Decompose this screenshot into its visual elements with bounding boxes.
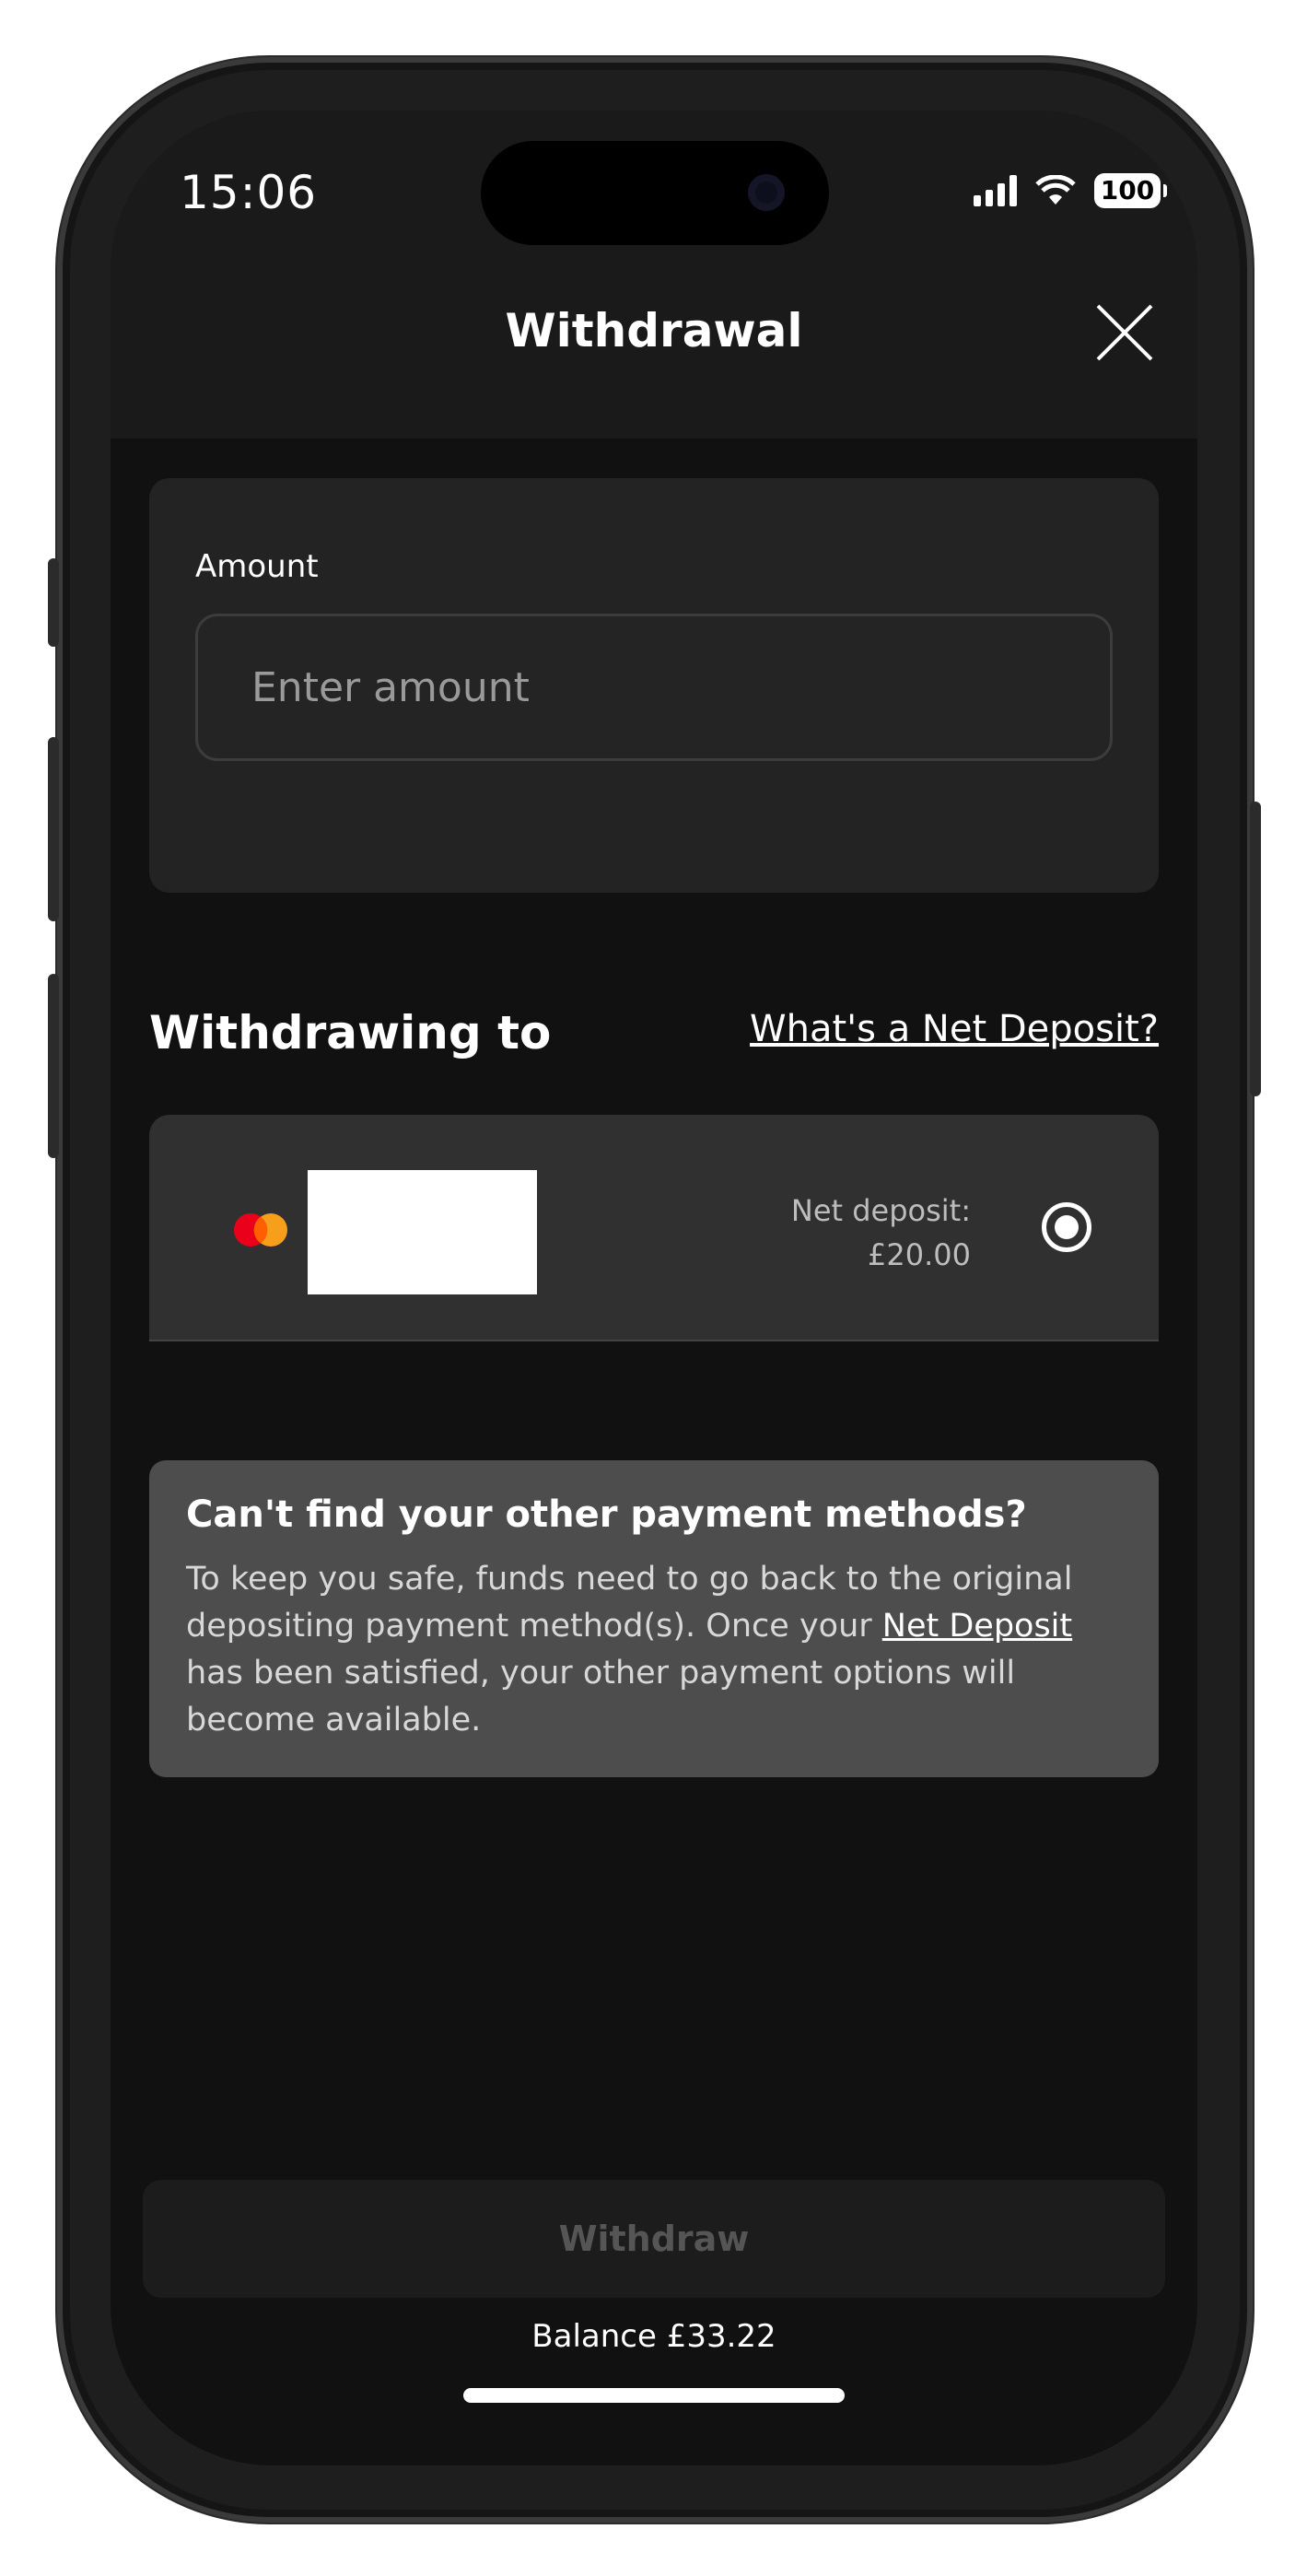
withdrawing-to-title: Withdrawing to	[149, 1006, 552, 1060]
info-title: Can't find your other payment methods?	[186, 1493, 1027, 1536]
battery-icon: 100	[1094, 173, 1167, 208]
dynamic-island	[481, 141, 829, 245]
card-details-redacted	[308, 1170, 537, 1294]
net-deposit-value: £20.00	[868, 1237, 971, 1272]
wifi-icon	[1035, 175, 1076, 205]
net-deposit-info: Net deposit: £20.00	[791, 1188, 971, 1277]
amount-label: Amount	[195, 548, 319, 585]
signal-icon	[974, 175, 1017, 206]
info-text: To keep you safe, funds need to go back …	[186, 1556, 1122, 1744]
amount-input[interactable]	[195, 614, 1113, 761]
net-deposit-help-link[interactable]: What's a Net Deposit?	[750, 1008, 1159, 1050]
app-screen: Withdrawal 15:06 100 Amount Withdrawing …	[111, 111, 1197, 2465]
volume-down-button	[48, 974, 59, 1158]
page-title: Withdrawal	[505, 304, 803, 357]
withdraw-button[interactable]: Withdraw	[143, 2180, 1165, 2298]
status-time: 15:06	[180, 166, 318, 219]
net-deposit-link[interactable]: Net Deposit	[882, 1608, 1072, 1645]
status-icons: 100	[974, 173, 1167, 208]
payment-method-card[interactable]: Net deposit: £20.00	[149, 1115, 1159, 1341]
info-text-end: has been satisfied, your other payment o…	[186, 1655, 1016, 1739]
mastercard-icon	[234, 1213, 287, 1247]
camera-icon	[748, 174, 785, 211]
payment-method-radio[interactable]	[1042, 1202, 1091, 1252]
volume-up-button	[48, 737, 59, 921]
net-deposit-label: Net deposit:	[790, 1193, 971, 1228]
balance-text: Balance £33.22	[531, 2318, 776, 2355]
home-indicator[interactable]	[463, 2388, 845, 2403]
amount-card: Amount	[149, 478, 1159, 893]
info-box: Can't find your other payment methods? T…	[149, 1460, 1159, 1777]
power-button	[1250, 802, 1261, 1096]
action-button	[48, 558, 59, 647]
close-button[interactable]	[1094, 302, 1155, 363]
close-icon	[1096, 304, 1153, 361]
